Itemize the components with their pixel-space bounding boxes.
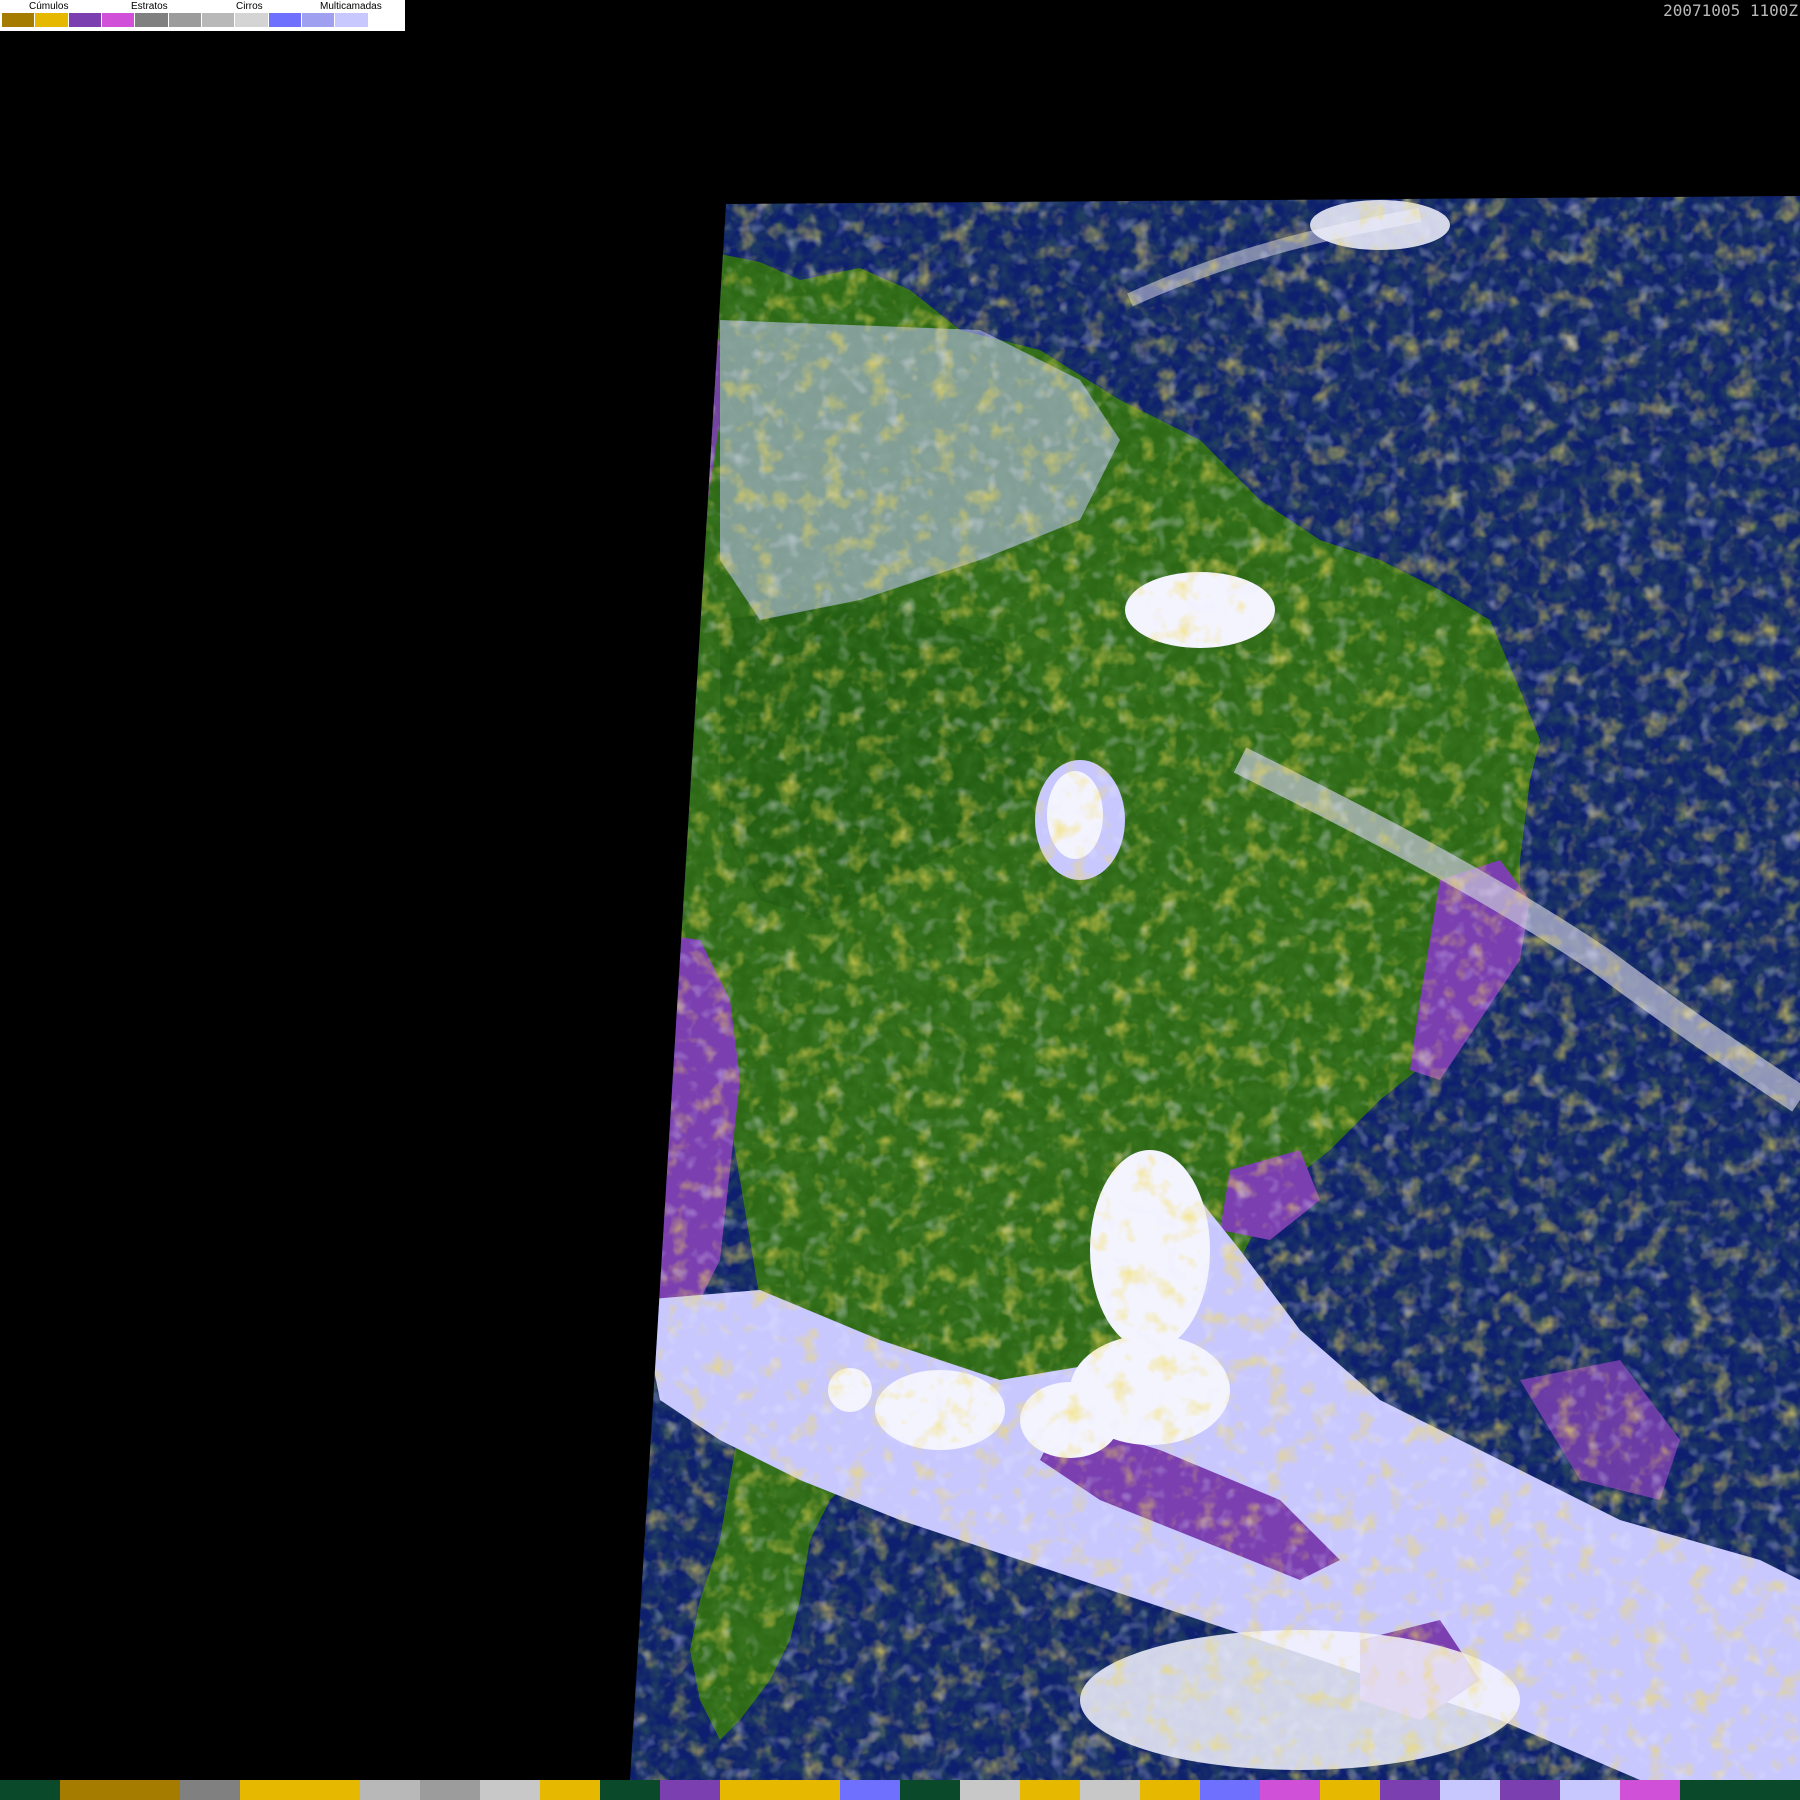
legend-swatch (268, 13, 301, 27)
map-footprint (630, 196, 1800, 1780)
bottom-bar-swatch (1500, 1780, 1560, 1800)
legend-swatch (368, 13, 401, 27)
bottom-bar-swatch (1380, 1780, 1440, 1800)
legend-label-cirrus: Cirros (236, 1, 263, 12)
legend-swatch (35, 13, 68, 27)
image-timestamp: 20071005 1100Z (1663, 1, 1798, 20)
bottom-bar-swatch (300, 1780, 360, 1800)
bottom-bar-swatch (1440, 1780, 1500, 1800)
cloud-map-image (630, 196, 1800, 1780)
bottom-bar-swatch (1080, 1780, 1140, 1800)
legend-swatch (102, 13, 135, 27)
bottom-bar-swatch (1200, 1780, 1260, 1800)
bottom-bar-swatch (840, 1780, 900, 1800)
bottom-bar-swatch (60, 1780, 120, 1800)
legend-label-stratus: Estratos (131, 1, 168, 12)
bottom-bar-swatch (480, 1780, 540, 1800)
cirrus-speckle (630, 196, 1800, 1780)
bottom-bar-swatch (1740, 1780, 1800, 1800)
legend-swatch (135, 13, 168, 27)
bottom-bar-swatch (1620, 1780, 1680, 1800)
legend-swatch (168, 13, 201, 27)
bottom-bar-swatch (1320, 1780, 1380, 1800)
legend-swatch (68, 13, 101, 27)
satellite-cloud-classification-map: Cúmulos Estratos Cirros Multicamadas 200… (0, 0, 1800, 1800)
bottom-bar-swatch (240, 1780, 300, 1800)
bottom-bar-swatch (900, 1780, 960, 1800)
bottom-bar-swatch (600, 1780, 660, 1800)
legend-swatch (302, 13, 335, 27)
bottom-bar-swatch (1560, 1780, 1620, 1800)
bottom-color-bar (0, 1780, 1800, 1800)
bottom-bar-swatch (660, 1780, 720, 1800)
bottom-bar-swatch (420, 1780, 480, 1800)
cloud-type-legend: Cúmulos Estratos Cirros Multicamadas (0, 0, 405, 31)
bottom-bar-swatch (1140, 1780, 1200, 1800)
legend-swatch (335, 13, 368, 27)
bottom-bar-swatch (180, 1780, 240, 1800)
bottom-bar-swatch (360, 1780, 420, 1800)
bottom-bar-swatch (540, 1780, 600, 1800)
bottom-bar-swatch (0, 1780, 60, 1800)
bottom-bar-swatch (960, 1780, 1020, 1800)
legend-label-multilayer: Multicamadas (320, 1, 382, 12)
bottom-bar-swatch (1260, 1780, 1320, 1800)
legend-swatch (2, 13, 35, 27)
bottom-bar-swatch (120, 1780, 180, 1800)
bottom-bar-swatch (1020, 1780, 1080, 1800)
bottom-bar-swatch (720, 1780, 780, 1800)
bottom-bar-swatch (1680, 1780, 1740, 1800)
legend-label-cumulus: Cúmulos (29, 1, 69, 12)
legend-swatch (235, 13, 268, 27)
legend-swatch (202, 13, 235, 27)
bottom-bar-swatch (780, 1780, 840, 1800)
